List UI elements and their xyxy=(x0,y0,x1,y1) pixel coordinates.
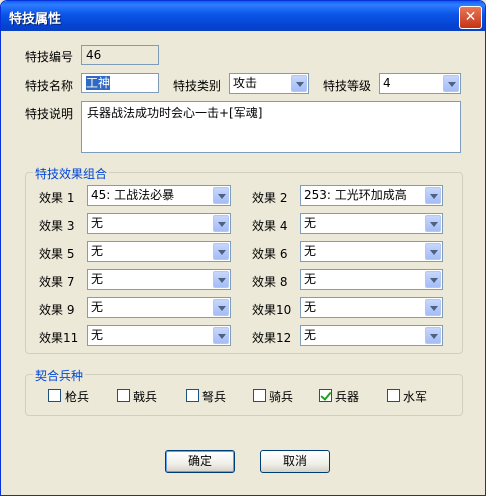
desc-label: 特技说明 xyxy=(25,107,74,121)
effect-label: 效果10 xyxy=(252,303,292,317)
effect-select[interactable]: 253: 工光环加成高 xyxy=(300,185,443,206)
effect-label: 效果 7 xyxy=(39,275,75,289)
effect-select[interactable]: 无 xyxy=(300,213,443,234)
chevron-down-icon[interactable] xyxy=(443,75,459,92)
troop-checkbox[interactable] xyxy=(319,389,332,402)
name-field[interactable]: 工神 xyxy=(81,73,159,93)
ok-button[interactable]: 确定 xyxy=(165,450,235,473)
effect-select[interactable]: 无 xyxy=(87,297,231,318)
name-field-value: 工神 xyxy=(86,76,111,90)
type-select[interactable]: 攻击 xyxy=(229,73,309,94)
level-select-value: 4 xyxy=(383,76,391,90)
effect-value: 253: 工光环加成高 xyxy=(304,188,407,202)
dialog-window: 特技属性 ✕ 特技编号 46 特技名称 工神 特技类别 攻击 特技等级 4 特技… xyxy=(0,0,486,496)
effect-value: 无 xyxy=(91,244,104,258)
chevron-down-icon[interactable] xyxy=(213,299,229,316)
effect-select[interactable]: 无 xyxy=(300,241,443,262)
chevron-down-icon[interactable] xyxy=(425,271,441,288)
name-label: 特技名称 xyxy=(25,79,74,93)
troop-checkbox[interactable] xyxy=(387,389,400,402)
close-button[interactable]: ✕ xyxy=(459,6,482,29)
effect-select[interactable]: 45: 工战法必暴 xyxy=(87,185,231,206)
effect-value: 无 xyxy=(91,216,104,230)
effect-label: 效果 1 xyxy=(39,191,75,205)
chevron-down-icon[interactable] xyxy=(213,271,229,288)
effect-label: 效果 4 xyxy=(252,219,288,233)
chevron-down-icon[interactable] xyxy=(425,187,441,204)
effect-value: 无 xyxy=(91,272,104,286)
cancel-button[interactable]: 取消 xyxy=(260,450,330,473)
chevron-down-icon[interactable] xyxy=(425,327,441,344)
troop-checkbox-label: 兵器 xyxy=(335,390,360,404)
troop-checkbox[interactable] xyxy=(186,389,199,402)
effect-value: 无 xyxy=(304,328,317,342)
type-select-value: 攻击 xyxy=(233,76,258,90)
effect-value: 无 xyxy=(91,328,104,342)
desc-textarea[interactable]: 兵器战法成功时会心一击+[军魂] xyxy=(81,101,461,153)
effect-select[interactable]: 无 xyxy=(87,325,231,346)
chevron-down-icon[interactable] xyxy=(291,75,307,92)
effect-label: 效果12 xyxy=(252,331,292,345)
troop-checkbox[interactable] xyxy=(253,389,266,402)
chevron-down-icon[interactable] xyxy=(425,299,441,316)
title-bar[interactable]: 特技属性 ✕ xyxy=(1,1,485,31)
chevron-down-icon[interactable] xyxy=(425,243,441,260)
effect-value: 无 xyxy=(91,300,104,314)
troop-checkbox-label: 枪兵 xyxy=(65,390,90,404)
effect-value: 无 xyxy=(304,244,317,258)
effect-label: 效果 9 xyxy=(39,303,75,317)
effect-label: 效果11 xyxy=(39,331,79,345)
effects-group-title: 特技效果组合 xyxy=(33,165,110,182)
chevron-down-icon[interactable] xyxy=(213,327,229,344)
troop-checkbox[interactable] xyxy=(48,389,61,402)
chevron-down-icon[interactable] xyxy=(425,215,441,232)
close-icon: ✕ xyxy=(464,9,477,25)
effect-select[interactable]: 无 xyxy=(300,269,443,290)
effect-value: 无 xyxy=(304,216,317,230)
troop-checkbox-label: 弩兵 xyxy=(202,390,227,404)
id-label: 特技编号 xyxy=(25,50,74,64)
effect-label: 效果 5 xyxy=(39,247,75,261)
chevron-down-icon[interactable] xyxy=(213,215,229,232)
troop-checkbox[interactable] xyxy=(117,389,130,402)
id-field: 46 xyxy=(81,45,159,65)
effect-value: 45: 工战法必暴 xyxy=(91,188,175,202)
troop-checkbox-label: 骑兵 xyxy=(269,390,294,404)
type-label: 特技类别 xyxy=(173,79,222,93)
effect-value: 无 xyxy=(304,300,317,314)
effect-label: 效果 3 xyxy=(39,219,75,233)
effect-select[interactable]: 无 xyxy=(300,297,443,318)
effect-value: 无 xyxy=(304,272,317,286)
troop-checkbox-label: 戟兵 xyxy=(133,390,158,404)
level-label: 特技等级 xyxy=(323,79,372,93)
window-title: 特技属性 xyxy=(9,12,62,27)
effect-label: 效果 6 xyxy=(252,247,288,261)
chevron-down-icon[interactable] xyxy=(213,243,229,260)
effect-select[interactable]: 无 xyxy=(87,241,231,262)
troop-checkbox-label: 水军 xyxy=(403,390,428,404)
troops-group-title: 契合兵种 xyxy=(33,367,86,384)
effect-select[interactable]: 无 xyxy=(87,213,231,234)
effect-select[interactable]: 无 xyxy=(87,269,231,290)
effect-select[interactable]: 无 xyxy=(300,325,443,346)
effect-label: 效果 8 xyxy=(252,275,288,289)
chevron-down-icon[interactable] xyxy=(213,187,229,204)
effect-label: 效果 2 xyxy=(252,191,288,205)
level-select[interactable]: 4 xyxy=(379,73,461,94)
